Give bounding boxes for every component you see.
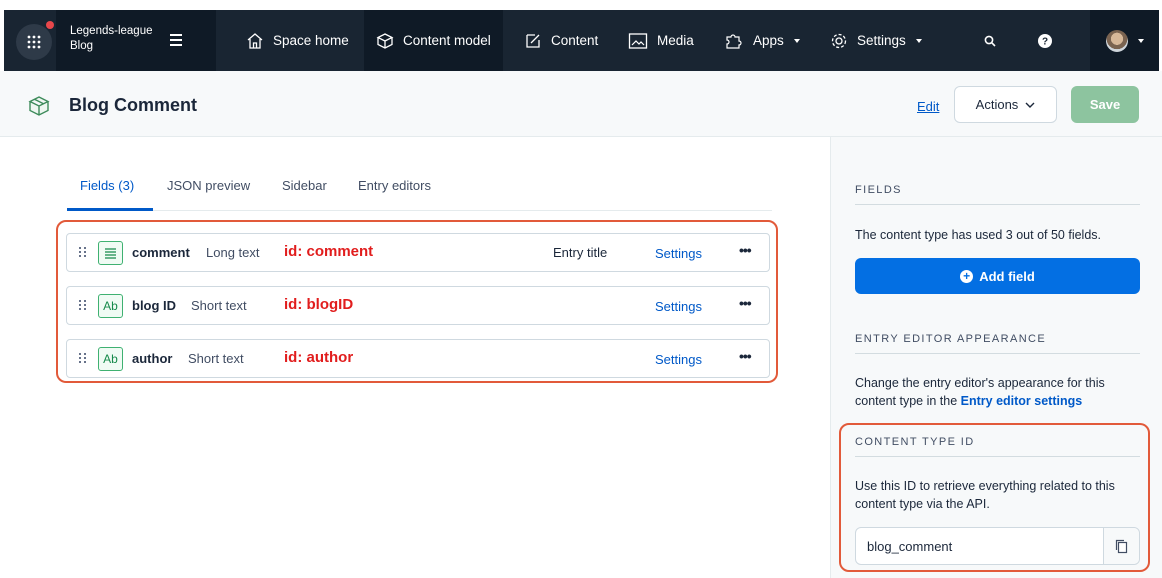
home-icon [247, 32, 263, 49]
fields-heading: FIELDS [855, 184, 1140, 205]
entry-editor-appearance-heading: ENTRY EDITOR APPEARANCE [855, 333, 1140, 354]
search-icon [984, 35, 996, 47]
top-navigation: Legends-league Blog Space home Content m… [0, 0, 1162, 71]
appearance-text: Change the entry editor's appearance for… [855, 374, 1145, 410]
notification-dot [46, 21, 54, 29]
edit-link[interactable]: Edit [917, 99, 939, 114]
search-button[interactable] [974, 10, 1006, 71]
fields-usage-text: The content type has used 3 out of 50 fi… [855, 228, 1101, 242]
help-button[interactable]: ? [1029, 10, 1061, 71]
nav-content-model[interactable]: Content model [364, 10, 503, 71]
save-button[interactable]: Save [1071, 86, 1139, 123]
space-switcher[interactable]: Legends-league Blog [56, 10, 216, 71]
help-icon: ? [1038, 33, 1052, 48]
space-name: Legends-league [70, 25, 153, 37]
tab-bar: Fields (3) JSON preview Sidebar Entry ed… [67, 168, 772, 211]
fields-annotation-box [56, 220, 778, 383]
entry-editor-settings-link[interactable]: Entry editor settings [961, 394, 1083, 408]
tab-json-preview[interactable]: JSON preview [167, 178, 250, 193]
user-menu[interactable] [1090, 10, 1159, 71]
nav-apps[interactable]: Apps [712, 10, 812, 71]
gear-icon [831, 33, 847, 48]
nav-content[interactable]: Content [512, 10, 610, 71]
nav-settings[interactable]: Settings [818, 10, 934, 71]
content-type-header: Blog Comment Edit Actions Save [0, 71, 1162, 137]
content-model-icon [376, 32, 394, 49]
chevron-down-icon [1137, 38, 1144, 43]
top-bar: Legends-league Blog Space home Content m… [4, 10, 1159, 71]
app-launcher-button[interactable] [16, 24, 52, 60]
hamburger-icon[interactable] [170, 34, 182, 49]
add-field-label: Add field [979, 268, 1035, 284]
avatar [1105, 29, 1128, 52]
active-tab-indicator [67, 208, 153, 211]
chevron-down-icon [1025, 102, 1035, 108]
nav-space-home[interactable]: Space home [234, 10, 361, 71]
nav-media[interactable]: Media [616, 10, 706, 71]
nav-label: Space home [273, 33, 349, 48]
puzzle-icon [726, 33, 742, 49]
nav-label: Apps [753, 33, 784, 48]
svg-text:?: ? [1042, 36, 1048, 47]
page-title: Blog Comment [69, 95, 197, 115]
nav-label: Settings [857, 33, 906, 48]
nav-label: Content [551, 33, 599, 48]
chevron-down-icon [915, 38, 922, 43]
content-type-id-annotation-box [839, 423, 1150, 572]
edit-icon [526, 33, 540, 48]
tab-sidebar[interactable]: Sidebar [282, 178, 327, 193]
nav-label: Media [657, 33, 694, 48]
chevron-down-icon [793, 38, 800, 43]
image-icon [628, 32, 648, 49]
environment-name: Blog [70, 40, 94, 52]
content-model-icon [28, 96, 50, 116]
nav-label: Content model [403, 33, 491, 48]
actions-label: Actions [975, 97, 1019, 112]
add-field-button[interactable]: + Add field [855, 258, 1140, 294]
tab-entry-editors[interactable]: Entry editors [358, 178, 431, 193]
plus-icon: + [960, 269, 974, 283]
actions-button[interactable]: Actions [954, 86, 1057, 123]
grid-icon [27, 35, 41, 49]
tab-fields[interactable]: Fields (3) [80, 178, 134, 193]
